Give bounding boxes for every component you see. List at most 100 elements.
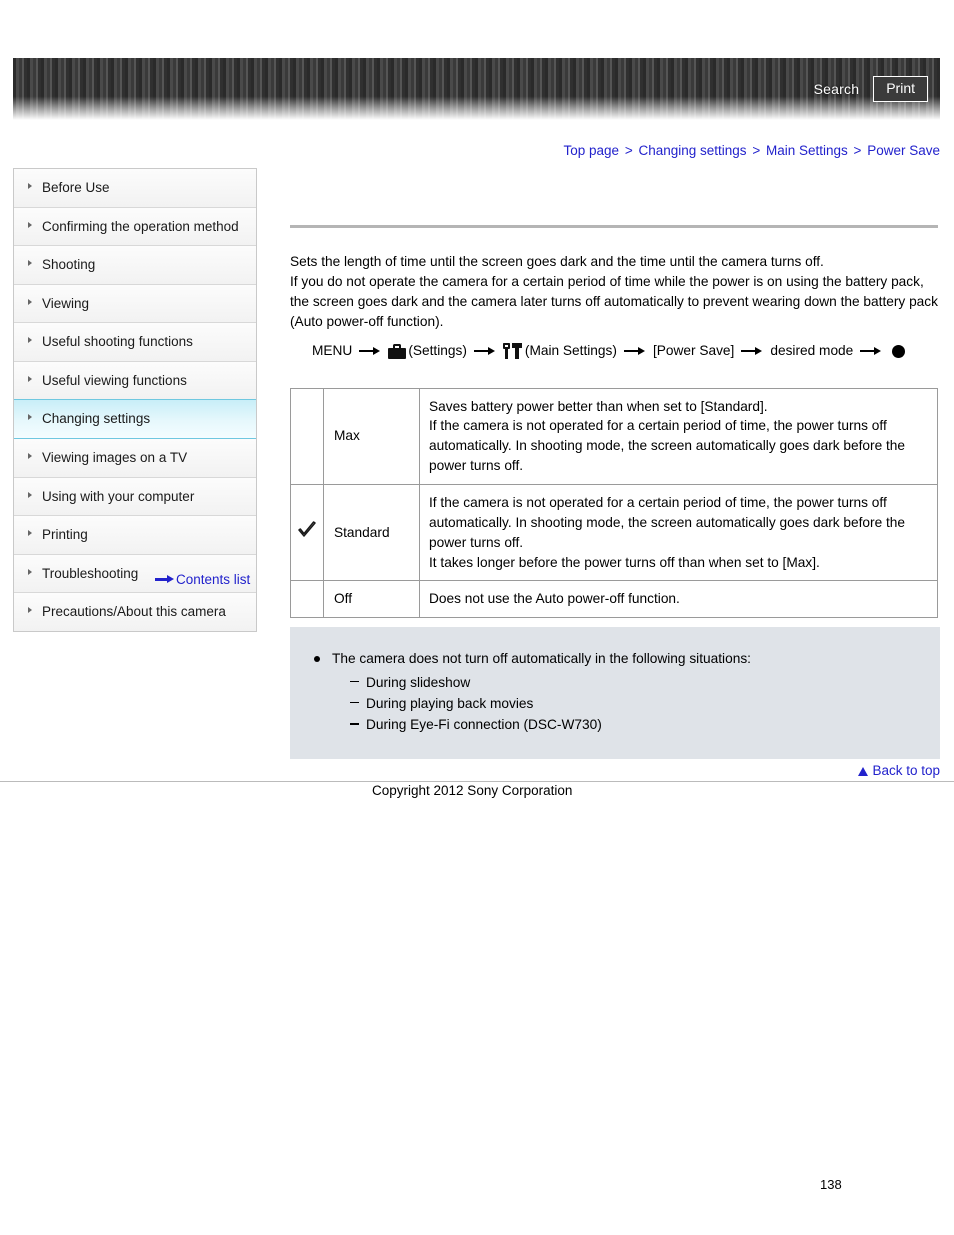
triangle-right-icon xyxy=(28,607,32,614)
default-setting-cell xyxy=(290,580,324,619)
option-description-line: If the camera is not operated for a cert… xyxy=(429,418,906,474)
sidebar-item-label: Useful shooting functions xyxy=(42,334,193,350)
triangle-right-icon xyxy=(28,298,32,305)
center-button-icon xyxy=(892,344,906,358)
triangle-right-icon xyxy=(28,414,32,421)
sidebar-item-confirming-the-operation-method[interactable]: Confirming the operation method xyxy=(14,207,256,247)
sidebar-item-label: Shooting xyxy=(42,257,96,273)
sidebar-item-before-use[interactable]: Before Use xyxy=(14,169,256,208)
sidebar-item-label: Viewing images on a TV xyxy=(42,449,188,465)
menu-path-main-settings: (Main Settings) xyxy=(503,341,617,362)
sidebar-navigation: Before Use Confirming the operation metho… xyxy=(13,168,257,632)
arrow-right-icon xyxy=(741,347,763,356)
sidebar-item-label: Printing xyxy=(42,527,88,543)
note-list-item: During slideshow xyxy=(350,672,940,693)
note-list-item-label: During slideshow xyxy=(366,674,471,690)
site-header-banner: Search Print xyxy=(13,58,940,120)
breadcrumb: Top page > Changing settings > Main Sett… xyxy=(564,143,941,158)
sidebar-item-printing[interactable]: Printing xyxy=(14,516,256,555)
triangle-right-icon xyxy=(28,221,32,228)
option-description-cell: If the camera is not operated for a cert… xyxy=(419,483,938,582)
sidebar-item-label: Confirming the operation method xyxy=(42,218,239,234)
note-list-item: During Eye-Fi connection (DSC-W730) xyxy=(350,714,940,735)
menu-path-start: MENU xyxy=(312,343,353,358)
table-row: Standard If the camera is not operated fo… xyxy=(290,483,938,582)
breadcrumb-separator: > xyxy=(624,143,633,158)
arrow-right-icon xyxy=(623,347,646,356)
option-description-line: Does not use the Auto power-off function… xyxy=(429,591,680,607)
menu-path-mode: desired mode xyxy=(770,343,854,358)
dash-icon xyxy=(350,723,359,725)
breadcrumb-separator: > xyxy=(853,143,862,158)
footer-divider xyxy=(0,781,954,782)
breadcrumb-item-main-settings[interactable]: Main Settings xyxy=(766,143,848,158)
breadcrumb-item-top-page[interactable]: Top page xyxy=(564,143,620,158)
menu-path-settings-label: (Settings) xyxy=(408,343,467,358)
copyright-text: Copyright 2012 Sony Corporation xyxy=(372,783,573,798)
option-description-cell: Saves battery power better than when set… xyxy=(419,387,938,485)
menu-path-settings: (Settings) xyxy=(388,341,467,362)
sidebar-item-label: Before Use xyxy=(42,180,110,195)
breadcrumb-separator: > xyxy=(752,143,761,158)
page-number: 138 xyxy=(820,1177,842,1192)
note-box: The camera does not turn off automatical… xyxy=(290,627,940,760)
option-description-cell: Does not use the Auto power-off function… xyxy=(419,580,938,619)
banner-controls: Search Print xyxy=(814,76,928,102)
breadcrumb-item-changing-settings[interactable]: Changing settings xyxy=(638,143,746,158)
description-text: Sets the length of time until the screen… xyxy=(290,252,938,332)
note-heading: The camera does not turn off automatical… xyxy=(332,651,751,666)
sidebar-item-useful-shooting-functions[interactable]: Useful shooting functions xyxy=(14,323,256,362)
print-button[interactable]: Print xyxy=(873,76,928,102)
sidebar-item-useful-viewing-functions[interactable]: Useful viewing functions xyxy=(14,361,256,401)
triangle-right-icon xyxy=(28,568,32,575)
toolbox-icon xyxy=(388,343,407,359)
note-list-item-label: During playing back movies xyxy=(366,695,534,711)
triangle-right-icon xyxy=(28,452,32,459)
triangle-right-icon xyxy=(28,530,32,537)
sidebar-item-viewing-images-on-a-tv[interactable]: Viewing images on a TV xyxy=(14,438,256,478)
sidebar-item-label: Using with your computer xyxy=(42,488,195,504)
sidebar-item-precautions-about-this-camera[interactable]: Precautions/About this camera xyxy=(14,593,256,631)
sidebar-item-changing-settings[interactable]: Changing settings xyxy=(14,399,256,439)
option-name-cell: Off xyxy=(323,580,420,619)
contents-list-link[interactable]: Contents list xyxy=(155,572,250,587)
bullet-icon xyxy=(314,656,320,662)
triangle-right-icon xyxy=(28,491,32,498)
option-name-cell: Max xyxy=(323,387,420,485)
triangle-up-icon xyxy=(858,767,869,776)
arrow-right-icon xyxy=(860,347,882,356)
sidebar-item-using-with-your-computer[interactable]: Using with your computer xyxy=(14,477,256,517)
back-to-top-label: Back to top xyxy=(872,763,940,778)
search-link[interactable]: Search xyxy=(814,81,860,97)
sidebar-item-label: Changing settings xyxy=(42,411,151,427)
table-row: Off Does not use the Auto power-off funct… xyxy=(290,580,938,619)
arrow-right-icon xyxy=(155,575,175,584)
sidebar-item-viewing[interactable]: Viewing xyxy=(14,284,256,324)
option-description-line: If the camera is not operated for a cert… xyxy=(429,494,906,550)
menu-path-main-settings-label: (Main Settings) xyxy=(524,343,617,358)
menu-path: MENU (Settings) (Main Settings) [Power S… xyxy=(312,341,940,362)
note-list-item: During playing back movies xyxy=(350,693,940,714)
title-divider xyxy=(290,225,938,228)
back-to-top-link[interactable]: Back to top xyxy=(858,763,940,778)
main-content: Sets the length of time until the screen… xyxy=(290,225,940,619)
sidebar-item-label: Viewing xyxy=(42,295,90,311)
contents-list-label: Contents list xyxy=(176,572,251,587)
note-item-list: During slideshow During playing back movi… xyxy=(332,672,940,736)
dash-icon xyxy=(350,680,359,683)
option-description-line: It takes longer before the power turns o… xyxy=(429,554,820,570)
arrow-right-icon xyxy=(473,347,496,356)
options-table: Max Saves battery power better than when … xyxy=(290,387,938,619)
breadcrumb-item-power-save[interactable]: Power Save xyxy=(867,143,940,158)
sidebar-item-shooting[interactable]: Shooting xyxy=(14,246,256,285)
dash-icon xyxy=(350,701,359,704)
sidebar-item-label: Precautions/About this camera xyxy=(42,604,226,620)
menu-path-item: [Power Save] xyxy=(652,343,735,358)
sidebar-item-label: Useful viewing functions xyxy=(42,372,187,388)
table-row: Max Saves battery power better than when … xyxy=(290,387,938,485)
triangle-right-icon xyxy=(28,183,32,189)
option-description-line: Saves battery power better than when set… xyxy=(429,398,768,414)
description-line-1: Sets the length of time until the screen… xyxy=(290,254,824,269)
arrow-right-icon xyxy=(359,347,381,356)
description-line-2: If you do not operate the camera for a c… xyxy=(290,274,938,329)
